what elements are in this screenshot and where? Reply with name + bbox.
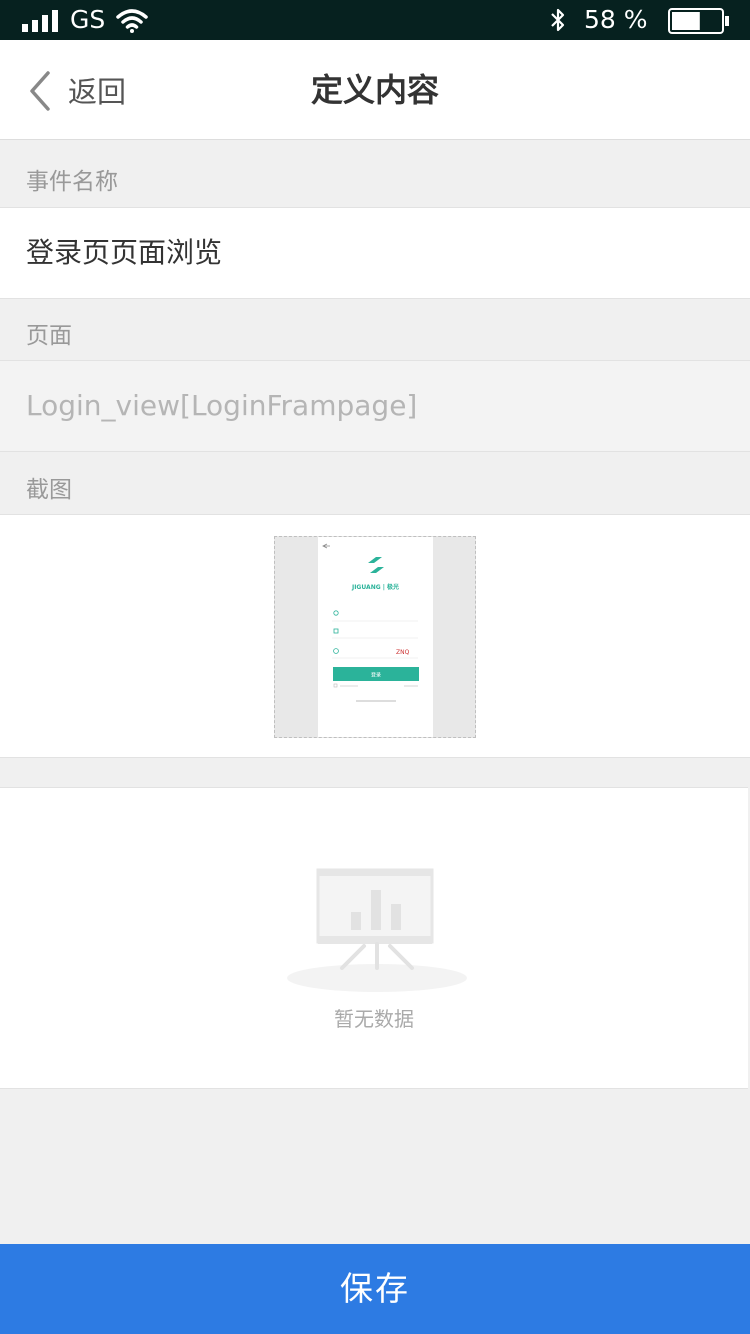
thumbnail-login-button: 登录 bbox=[371, 672, 381, 679]
thumbnail-login-preview: JIGUANG | 极光 ZNQ 登录 bbox=[322, 543, 419, 702]
nav-bar: 返回 定义内容 bbox=[0, 40, 750, 140]
empty-chart-icon bbox=[287, 868, 467, 992]
page-field: Login_view[LoginFrampage] bbox=[0, 360, 750, 452]
empty-state-text: 暂无数据 bbox=[334, 1007, 414, 1031]
screenshot-thumbnail[interactable]: JIGUANG | 极光 ZNQ 登录 bbox=[274, 536, 476, 738]
screenshot-label: 截图 bbox=[26, 477, 72, 503]
save-button[interactable]: 保存 bbox=[0, 1244, 750, 1334]
thumbnail-captcha: ZNQ bbox=[396, 649, 410, 656]
bluetooth-icon bbox=[551, 8, 565, 32]
status-bar: GS 58 % bbox=[0, 0, 750, 40]
wifi-icon bbox=[116, 9, 148, 33]
carrier-label: GS bbox=[70, 5, 106, 34]
event-name-label: 事件名称 bbox=[26, 169, 118, 195]
thumbnail-logo-text: JIGUANG | 极光 bbox=[351, 583, 399, 591]
screenshot-section: JIGUANG | 极光 ZNQ 登录 bbox=[0, 514, 750, 758]
empty-state-card: 暂无数据 bbox=[0, 787, 748, 1089]
battery-icon bbox=[668, 8, 729, 34]
signal-icon bbox=[22, 10, 58, 32]
page-title: 定义内容 bbox=[310, 71, 439, 109]
event-name-value: 登录页页面浏览 bbox=[26, 236, 223, 269]
save-label: 保存 bbox=[340, 1269, 410, 1308]
page-label: 页面 bbox=[26, 323, 72, 349]
battery-percent: 58 % bbox=[584, 5, 648, 34]
thumbnail-screen: JIGUANG | 极光 ZNQ 登录 bbox=[318, 537, 433, 737]
page-value: Login_view[LoginFrampage] bbox=[26, 389, 418, 422]
event-name-field[interactable]: 登录页页面浏览 bbox=[0, 207, 750, 299]
